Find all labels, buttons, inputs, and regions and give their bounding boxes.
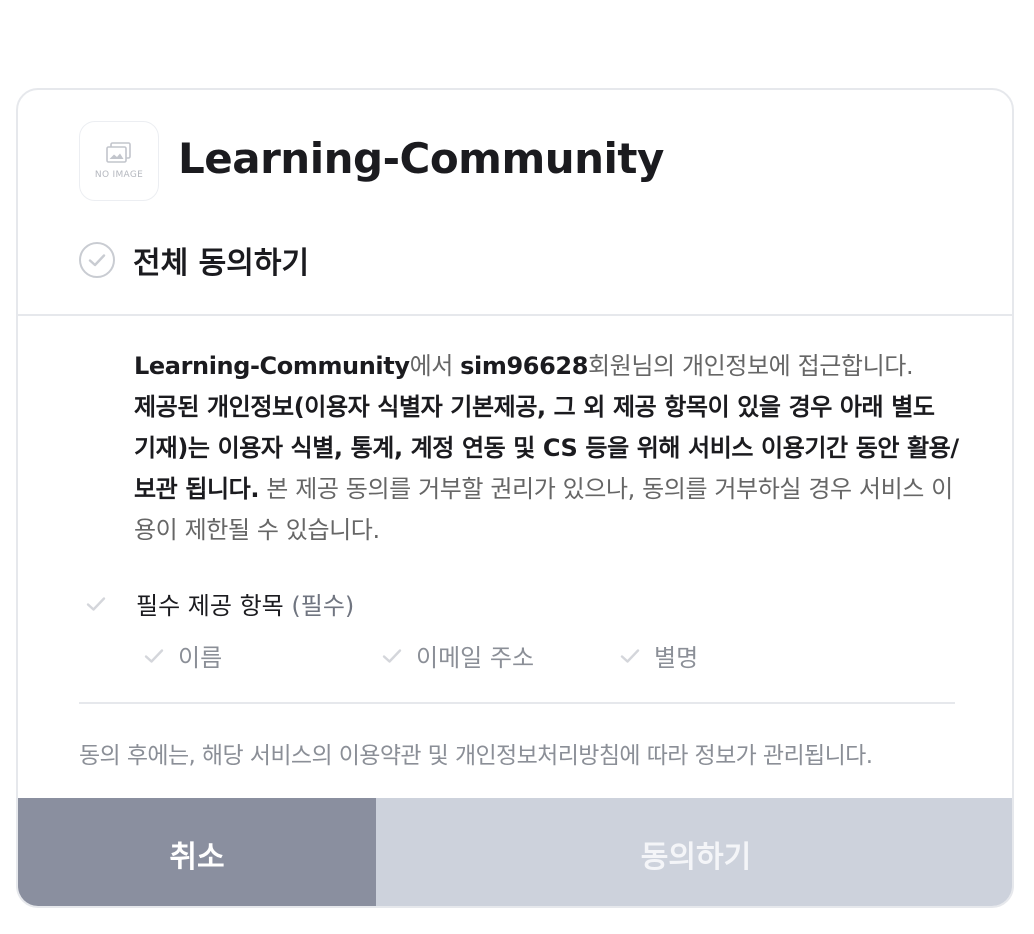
required-item-email: 이메일 주소: [382, 638, 534, 673]
app-logo: NO IMAGE: [79, 121, 159, 201]
check-icon: [86, 596, 106, 611]
required-items-title: 필수 제공 항목 (필수): [136, 586, 354, 621]
footer-note: 동의 후에는, 해당 서비스의 이용약관 및 개인정보처리방침에 따라 정보가 …: [79, 743, 873, 769]
cancel-button[interactable]: 취소: [18, 798, 376, 906]
divider: [79, 702, 955, 704]
consent-access-suffix: 회원님의 개인정보에 접근합니다.: [588, 352, 914, 380]
agree-all-label: 전체 동의하기: [133, 246, 310, 281]
check-icon: [620, 648, 640, 663]
required-item-label: 이름: [178, 644, 223, 672]
app-name: Learning-Community: [178, 134, 664, 183]
check-icon: [382, 648, 402, 663]
logo-placeholder-text: NO IMAGE: [94, 170, 144, 180]
required-items-header[interactable]: 필수 제공 항목 (필수): [86, 586, 354, 621]
agree-button[interactable]: 동의하기: [376, 798, 1012, 906]
circle-check-icon[interactable]: [79, 242, 115, 278]
image-placeholder-icon: [106, 142, 131, 163]
required-title-text: 필수 제공 항목: [136, 592, 284, 620]
required-item-label: 이메일 주소: [416, 644, 535, 672]
agree-all-toggle[interactable]: 전체 동의하기: [79, 238, 309, 282]
required-item-nickname: 별명: [620, 638, 698, 673]
consent-description: Learning-Community에서 sim96628회원님의 개인정보에 …: [134, 346, 964, 551]
consent-access-prefix: 에서: [409, 352, 461, 380]
consent-dialog: NO IMAGE Learning-Community 전체 동의하기 Lear…: [16, 88, 1014, 908]
check-icon: [144, 648, 164, 663]
required-item-name: 이름: [144, 638, 222, 673]
required-item-label: 별명: [654, 644, 699, 672]
consent-user-id: sim96628: [460, 352, 588, 380]
required-tag: (필수): [291, 592, 355, 620]
dialog-header: NO IMAGE Learning-Community 전체 동의하기: [18, 90, 1012, 316]
consent-app-name: Learning-Community: [134, 352, 410, 380]
